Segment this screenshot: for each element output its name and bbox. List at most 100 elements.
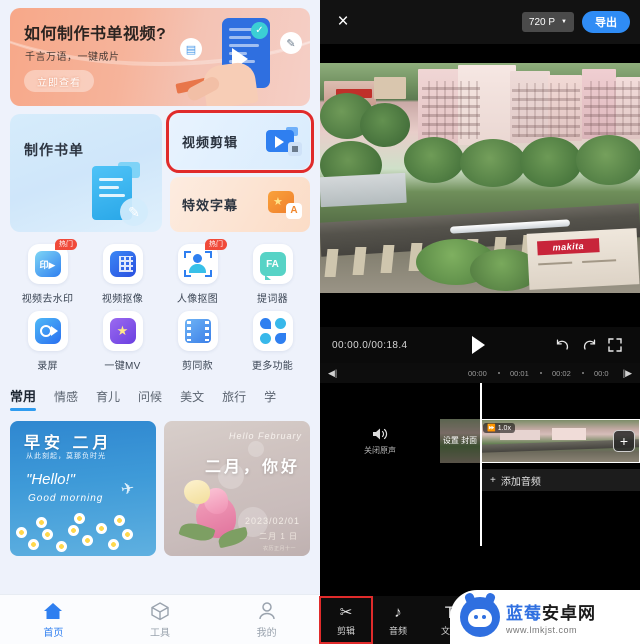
- template-date-lunar: 农历正月十一: [262, 546, 296, 552]
- grid-item-label: 更多功能: [251, 361, 294, 372]
- watermark-name-1: 蓝莓: [506, 604, 542, 623]
- feature-cards-row: 制作书单 ✎ 视频剪辑 特效字幕 ★ A: [10, 110, 314, 232]
- video-clip-icon: [266, 126, 302, 156]
- tool-label: 剪辑: [336, 626, 355, 636]
- nav-item-tools[interactable]: 工具: [107, 601, 214, 639]
- nav-item-home[interactable]: 首页: [0, 601, 107, 639]
- rose-decor: [178, 476, 254, 556]
- bottom-navigation: 首页 工具 我的: [0, 594, 320, 644]
- video-preview[interactable]: makita: [320, 44, 640, 327]
- timeline-ruler[interactable]: ◀| 00:00 00:01 00:02 00:0 |▶: [320, 363, 640, 383]
- tab-xue[interactable]: 学: [264, 388, 276, 411]
- grid-item-watermark-remove[interactable]: 印▶ 热门 视频去水印: [10, 239, 85, 305]
- tab-lvxing[interactable]: 旅行: [222, 388, 246, 411]
- template-card-morning-february[interactable]: 早安 二月 从此刻起，莫那负时光 "Hello!" Good morning ✈: [10, 421, 156, 556]
- nav-item-mine[interactable]: 我的: [213, 601, 320, 639]
- watermark-name-2: 安卓网: [542, 604, 596, 623]
- editor-toolbar: ✂ 剪辑 ♪ 音频 T 文字 蓝莓安卓网 www.lmkjst.com: [319, 590, 640, 644]
- phone-right-screen: × 720 P ▼ 导出 makita 00:00.0/00:18.4 ◀| 0…: [319, 0, 640, 644]
- feature-card-video-edit[interactable]: 视频剪辑: [166, 110, 314, 173]
- ruler-tick: 00:02: [552, 368, 571, 378]
- promo-banner[interactable]: ✓ ▤ ✎ 如何制作书单视频? 千言万语，一键成片 立即查看: [10, 8, 310, 106]
- undo-icon[interactable]: [550, 332, 576, 358]
- banner-cta-button[interactable]: 立即查看: [24, 70, 94, 92]
- left-scroll-area[interactable]: ✓ ▤ ✎ 如何制作书单视频? 千言万语，一键成片 立即查看 制作书单 ✎ 视频…: [0, 0, 320, 594]
- feature-card-subtitle-fx[interactable]: 特效字幕 ★ A: [170, 177, 310, 232]
- ruler-tick: 00:00: [468, 368, 487, 378]
- redo-icon[interactable]: [576, 332, 602, 358]
- nav-item-label: 工具: [150, 627, 170, 639]
- template-en-small: Good morning: [28, 493, 104, 504]
- preview-frame: makita: [320, 63, 640, 293]
- tool-cut[interactable]: ✂ 剪辑: [319, 596, 373, 644]
- tool-audio[interactable]: ♪ 音频: [372, 603, 424, 637]
- feature-card-bookist-label: 制作书单: [24, 142, 84, 158]
- grid-item-teleprompter[interactable]: FA 提词器: [235, 244, 310, 305]
- makita-sign-building: makita: [526, 228, 640, 290]
- tab-meiwen[interactable]: 美文: [180, 388, 204, 411]
- banner-subtitle: 千言万语，一键成片: [25, 52, 120, 63]
- speed-value: 1.0x: [497, 424, 511, 432]
- skip-start-icon[interactable]: ◀|: [328, 368, 337, 379]
- play-button[interactable]: [466, 332, 492, 358]
- video-clip[interactable]: ⏩ 1.0x +: [480, 419, 640, 463]
- add-audio-track[interactable]: + 添加音频: [480, 469, 640, 491]
- template-en-big: "Hello!": [26, 471, 75, 488]
- grid-item-more-functions[interactable]: 更多功能: [235, 311, 310, 372]
- speed-icon: ⏩: [487, 425, 496, 432]
- grid-item-label: 剪同款: [182, 361, 213, 372]
- watermark-text: 蓝莓安卓网 www.lmkjst.com: [506, 599, 596, 635]
- feature-card-bookist[interactable]: 制作书单 ✎: [10, 114, 162, 232]
- template-date: 2023/02/01: [244, 516, 300, 526]
- template-card-hello-february[interactable]: Hello February 二月，你好 2023/02/01 二月 1 日 农…: [164, 421, 310, 556]
- phone-left-screen: ✓ ▤ ✎ 如何制作书单视频? 千言万语，一键成片 立即查看 制作书单 ✎ 视频…: [0, 0, 320, 644]
- banner-title: 如何制作书单视频?: [24, 26, 167, 43]
- close-icon[interactable]: ×: [330, 9, 356, 35]
- clip-speed-badge[interactable]: ⏩ 1.0x: [483, 423, 515, 433]
- hot-badge: 热门: [205, 239, 227, 251]
- tab-qinggan[interactable]: 情感: [54, 388, 78, 411]
- grid-item-one-tap-mv[interactable]: ★ 一键MV: [85, 311, 160, 372]
- speaker-icon: [373, 428, 388, 440]
- bird-decor-icon: ✈: [119, 479, 136, 500]
- scissors-icon: ✂: [339, 603, 353, 621]
- set-cover-button[interactable]: 设置 封面: [440, 419, 480, 463]
- playhead[interactable]: [480, 383, 482, 546]
- one-tap-mv-icon: ★: [102, 311, 143, 351]
- music-note-icon: ♪: [394, 603, 402, 621]
- timeline-area[interactable]: 关闭原声 设置 封面 ⏩ 1.0x + + 添加音频: [320, 383, 640, 596]
- grid-item-video-keying[interactable]: 视频抠像: [85, 244, 160, 305]
- time-display: 00:00.0/00:18.4: [332, 339, 408, 351]
- cube-tools-icon: [150, 601, 170, 621]
- template-script-text: Hello February: [228, 431, 302, 441]
- tab-yuer[interactable]: 育儿: [96, 388, 120, 411]
- grid-item-label: 录屏: [37, 361, 58, 372]
- mute-label: 关闭原声: [364, 446, 396, 455]
- grid-item-template-cut[interactable]: 剪同款: [160, 311, 235, 372]
- fullscreen-icon[interactable]: [602, 332, 628, 358]
- quality-selector[interactable]: 720 P ▼: [521, 12, 574, 32]
- grid-item-screen-record[interactable]: 录屏: [10, 311, 85, 372]
- tab-changyong[interactable]: 常用: [10, 386, 37, 411]
- mute-original-audio-button[interactable]: 关闭原声: [320, 426, 440, 456]
- hot-badge: 热门: [55, 239, 77, 251]
- add-audio-plus-icon: +: [490, 474, 496, 486]
- tool-label: 音频: [388, 626, 407, 636]
- person-icon: [257, 601, 277, 621]
- player-controls: 00:00.0/00:18.4: [320, 327, 640, 363]
- video-keying-icon: [102, 244, 143, 284]
- add-clip-button[interactable]: +: [613, 430, 635, 452]
- grid-item-portrait-cutout[interactable]: 热门 人像抠图: [160, 239, 235, 305]
- banner-illustration: ✓ ▤ ✎: [166, 8, 306, 106]
- ruler-tick: 00:01: [510, 368, 529, 378]
- feature-card-subtitle-fx-label: 特效字幕: [182, 198, 239, 213]
- skip-end-icon[interactable]: |▶: [623, 368, 632, 379]
- makita-sign-text: makita: [537, 238, 600, 256]
- tool-grid: 印▶ 热门 视频去水印 视频抠像 热门 人像抠图 FA 提词器 录屏 ★ 一键M…: [10, 239, 310, 372]
- grid-item-label: 视频去水印: [21, 294, 74, 305]
- daisy-decor: [10, 506, 156, 556]
- set-cover-label: 设置 封面: [440, 419, 480, 463]
- tab-wenhou[interactable]: 问候: [138, 388, 162, 411]
- template-heading: 二月，你好: [204, 459, 300, 476]
- export-button[interactable]: 导出: [582, 11, 630, 33]
